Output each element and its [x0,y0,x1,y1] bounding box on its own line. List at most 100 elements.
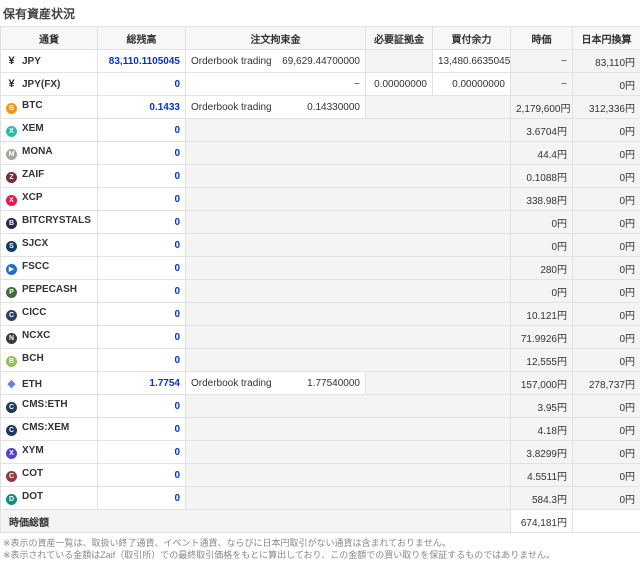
asset-row: CCOT04.5511円0円 [1,464,640,487]
price-cell: 157,000円 [511,372,573,395]
balance-cell: 0 [98,395,186,418]
price-cell: 0円 [511,234,573,257]
balance-cell: 0 [98,165,186,188]
column-header: 日本円換算 [573,27,640,50]
currency-name: SJCX [22,238,48,249]
empty-cell [186,119,511,142]
price-cell: 338.98円 [511,188,573,211]
currency-cell: ▶ FSCC [1,257,98,280]
column-header: 時価 [511,27,573,50]
price-cell: − [511,50,573,73]
orderbook-wrap: Orderbook trading1.77540000 [191,378,360,389]
total-label: 時価総額 [1,510,511,533]
balance-cell: 0 [98,142,186,165]
balance-cell: 0 [98,303,186,326]
balance-cell: 0 [98,234,186,257]
currency-name: JPY(FX) [22,79,60,90]
currency-cell: X XEM [1,119,98,142]
balance-cell: 0 [98,73,186,96]
asset-row: BBTC0.1433Orderbook trading0.143300002,1… [1,96,640,119]
jpy-conversion-cell: 0円 [573,211,640,234]
currency-name: PEPECASH [22,284,77,295]
orderbook-value: 1.77540000 [307,378,360,389]
currency-name: ETH [22,379,42,390]
currency-cell: CCOT [1,464,98,487]
currency-name: COT [22,468,43,479]
asset-row: ◆ETH1.7754Orderbook trading1.77540000157… [1,372,640,395]
orderbook-wrap: Orderbook trading69,629.44700000 [191,56,360,67]
empty-cell [186,464,511,487]
asset-row: XXEM03.6704円0円 [1,119,640,142]
price-cell: 3.8299円 [511,441,573,464]
asset-row: ¥JPY(FX)0−0.000000000.00000000−0円 [1,73,640,96]
empty-cell [186,188,511,211]
price-cell: 4.18円 [511,418,573,441]
amount-cell: 0.00000000 [366,73,433,96]
xym-icon: X [6,448,17,459]
currency-name: FSCC [22,261,49,272]
empty-cell [186,211,511,234]
currency-cell: ¥JPY(FX) [1,73,98,96]
currency-name: CICC [22,307,46,318]
currency-name: ZAIF [22,169,44,180]
mona-icon: M [6,149,17,160]
empty-cell [186,280,511,303]
column-header: 総残高 [98,27,186,50]
asset-row: BBCH012,555円0円 [1,349,640,372]
orderbook-value: 69,629.44700000 [282,56,360,67]
currency-cell: BBITCRYSTALS [1,211,98,234]
jpy-conversion-cell: 0円 [573,349,640,372]
currency-name: CMS:XEM [22,422,69,433]
currency-cell: SSJCX [1,234,98,257]
orderbook-value: 0.14330000 [307,102,360,113]
asset-row: PPEPECASH00円0円 [1,280,640,303]
assets-table: 通貨総残高注文拘束金必要証拠金買付余力時価日本円換算 ¥JPY83,110.11… [0,26,640,533]
table-header-row: 通貨総残高注文拘束金必要証拠金買付余力時価日本円換算 [1,27,640,50]
currency-cell: XXYM [1,441,98,464]
footnote-line: ※表示されている金額はZaif（取引所）での最終取引価格をもとに算出しており、こ… [3,549,637,561]
jpy-conversion-cell: 83,110円 [573,50,640,73]
jpy-conversion-cell: 278,737円 [573,372,640,395]
xem-icon: X [6,126,17,137]
price-cell: 12,555円 [511,349,573,372]
cms-eth-icon: C [6,402,17,413]
asset-row: ¥JPY83,110.1105045Orderbook trading69,62… [1,50,640,73]
dot-icon: D [6,494,17,505]
balance-cell: 0 [98,211,186,234]
fscc-icon: ▶ [6,264,17,275]
price-cell: 0円 [511,211,573,234]
currency-cell: ◆ETH [1,372,98,395]
price-cell: 44.4円 [511,142,573,165]
column-header: 注文拘束金 [186,27,366,50]
balance-cell: 0 [98,487,186,510]
orderbook-cell: Orderbook trading1.77540000 [186,372,366,395]
jpy-conversion-cell: 0円 [573,395,640,418]
empty-cell [186,418,511,441]
currency-name: XEM [22,123,44,134]
jpy-conversion-cell: 0円 [573,73,640,96]
asset-row: BBITCRYSTALS0 0円0円 [1,211,640,234]
balance-cell: 0 [98,280,186,303]
currency-name: XCP [22,192,43,203]
currency-cell: PPEPECASH [1,280,98,303]
asset-row: NNCXC071.9926円0円 [1,326,640,349]
currency-name: CMS:ETH [22,399,68,410]
jpy-conversion-cell: 0円 [573,418,640,441]
jpy-icon: ¥ [6,55,17,67]
jpy-conversion-cell: 0円 [573,441,640,464]
currency-cell: C CMS:ETH [1,395,98,418]
jpy-conversion-cell: 312,336円 [573,96,640,119]
currency-name: BTC [22,100,43,111]
asset-row: CCICC010.121円0円 [1,303,640,326]
balance-cell: 0 [98,349,186,372]
currency-cell: XXCP [1,188,98,211]
empty-cell [186,441,511,464]
empty-cell [186,165,511,188]
balance-cell: 0 [98,326,186,349]
orderbook-label: Orderbook trading [191,102,272,113]
page-title: 保有資産状況 [0,0,640,26]
balance-cell: 83,110.1105045 [98,50,186,73]
empty-cell [186,349,511,372]
empty-cell [366,50,433,73]
jpy-conversion-cell: 0円 [573,280,640,303]
